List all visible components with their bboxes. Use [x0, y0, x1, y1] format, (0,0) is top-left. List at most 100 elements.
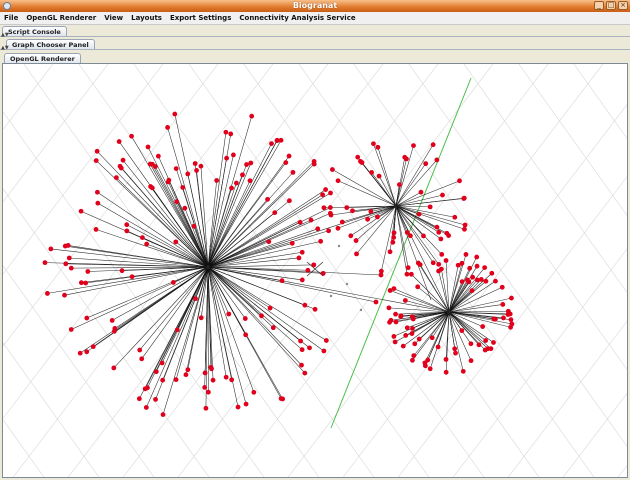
graph-node[interactable]: [415, 260, 421, 266]
graph-node[interactable]: [411, 143, 416, 148]
graph-node[interactable]: [302, 370, 308, 376]
graph-node[interactable]: [209, 366, 214, 372]
graph-node[interactable]: [404, 271, 410, 277]
graph-node[interactable]: [231, 152, 236, 158]
graph-node[interactable]: [410, 316, 416, 322]
graph-node[interactable]: [299, 249, 305, 255]
graph-node[interactable]: [278, 137, 284, 143]
graph-node[interactable]: [476, 342, 482, 348]
graph-node[interactable]: [242, 316, 248, 321]
graph-node[interactable]: [483, 338, 489, 343]
graph-node[interactable]: [149, 161, 155, 167]
graph-node[interactable]: [474, 263, 480, 269]
graph-node[interactable]: [119, 268, 125, 274]
graph-node[interactable]: [398, 313, 404, 319]
graph-node[interactable]: [328, 212, 334, 218]
graph-node[interactable]: [279, 278, 285, 284]
graph-node[interactable]: [307, 345, 312, 351]
graph-node[interactable]: [185, 367, 191, 373]
graph-node[interactable]: [259, 313, 264, 319]
graph-node[interactable]: [375, 144, 381, 150]
graph-node[interactable]: [482, 347, 488, 353]
graph-node[interactable]: [160, 377, 166, 383]
graph-node[interactable]: [335, 178, 341, 184]
close-icon[interactable]: ×: [618, 1, 628, 10]
graph-node[interactable]: [408, 271, 414, 277]
graph-node[interactable]: [438, 266, 444, 272]
graph-node[interactable]: [198, 315, 204, 321]
graph-node[interactable]: [299, 362, 304, 368]
graph-node[interactable]: [109, 317, 115, 323]
graph-node[interactable]: [339, 219, 345, 225]
graph-node[interactable]: [95, 200, 101, 206]
graph-node[interactable]: [474, 277, 480, 283]
graph-node[interactable]: [240, 172, 245, 178]
graph-node[interactable]: [369, 170, 375, 175]
graph-node[interactable]: [210, 377, 216, 383]
menu-view[interactable]: View: [100, 14, 127, 22]
graph-node[interactable]: [311, 161, 317, 167]
graph-node[interactable]: [172, 111, 178, 117]
graph-node[interactable]: [165, 179, 171, 185]
graph-node[interactable]: [457, 178, 462, 184]
graph-node[interactable]: [77, 350, 83, 356]
graph-node[interactable]: [145, 385, 150, 391]
graph-node[interactable]: [78, 280, 84, 286]
graph-node[interactable]: [298, 338, 303, 344]
graph-node[interactable]: [489, 270, 495, 276]
graph-node[interactable]: [318, 238, 324, 244]
graph-node[interactable]: [378, 272, 384, 278]
graph-node[interactable]: [429, 335, 435, 341]
graph-node[interactable]: [434, 157, 440, 163]
graph-node[interactable]: [192, 161, 198, 166]
graph-node[interactable]: [365, 216, 371, 222]
graph-node[interactable]: [144, 241, 150, 247]
graph-node[interactable]: [315, 226, 321, 232]
graph-node[interactable]: [474, 254, 480, 260]
graph-node[interactable]: [286, 198, 292, 204]
graph-node[interactable]: [500, 302, 506, 307]
graph-node[interactable]: [302, 302, 308, 308]
graph-node[interactable]: [350, 208, 355, 214]
graph-node[interactable]: [404, 230, 410, 235]
graph-node[interactable]: [323, 187, 329, 192]
graph-node[interactable]: [297, 219, 303, 225]
graph-node[interactable]: [443, 258, 449, 263]
graph-node[interactable]: [185, 171, 191, 177]
graph-node[interactable]: [205, 389, 211, 395]
graph-node[interactable]: [480, 324, 486, 329]
graph-node[interactable]: [214, 178, 220, 183]
graph-node[interactable]: [405, 265, 411, 271]
graph-node[interactable]: [272, 210, 278, 216]
graph-node[interactable]: [321, 205, 327, 211]
graph-node[interactable]: [436, 261, 442, 267]
graph-node[interactable]: [173, 239, 179, 245]
graph-node[interactable]: [452, 346, 458, 352]
graph-node[interactable]: [270, 325, 276, 331]
graph-node[interactable]: [183, 372, 189, 378]
graph-node[interactable]: [139, 356, 145, 362]
graph-node[interactable]: [391, 230, 397, 236]
graph-node[interactable]: [129, 274, 135, 280]
graph-node[interactable]: [174, 327, 180, 333]
graph-node[interactable]: [415, 284, 421, 290]
opengl-render-canvas[interactable]: [2, 63, 628, 478]
graph-node[interactable]: [388, 317, 394, 323]
graph-node[interactable]: [430, 260, 436, 266]
graph-node[interactable]: [265, 196, 270, 202]
graph-node[interactable]: [387, 249, 393, 255]
graph-node[interactable]: [412, 341, 418, 347]
graph-node[interactable]: [410, 326, 415, 331]
graph-node[interactable]: [48, 246, 54, 252]
graph-node[interactable]: [249, 113, 255, 119]
graph-node[interactable]: [423, 161, 429, 167]
graph-node[interactable]: [247, 178, 253, 184]
graph-node[interactable]: [463, 252, 469, 257]
graph-node[interactable]: [224, 155, 230, 161]
graph-node[interactable]: [202, 370, 208, 376]
graph-node[interactable]: [68, 265, 74, 271]
graph-node[interactable]: [491, 340, 496, 345]
graph-node[interactable]: [118, 165, 124, 171]
graph-node[interactable]: [468, 358, 474, 364]
graph-node[interactable]: [435, 344, 441, 350]
